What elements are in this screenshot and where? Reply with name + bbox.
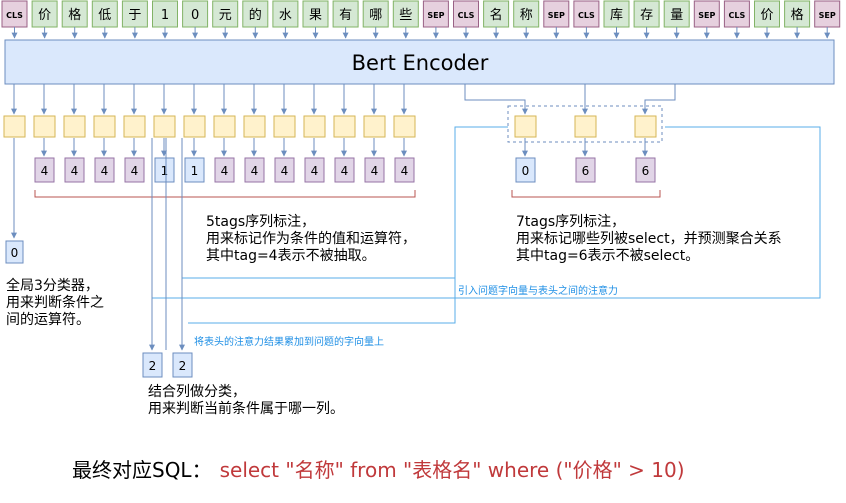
- input-token-label: 低: [98, 8, 111, 23]
- input-token-label: CLS: [458, 11, 475, 20]
- question-tag-value: 1: [191, 164, 199, 178]
- accumulate-line: [188, 278, 456, 324]
- question-tagging-line-2: 用来标记作为条件的值和运算符，: [206, 231, 416, 247]
- question-tag-value: 4: [341, 164, 349, 178]
- column-tag-bracket: [511, 190, 661, 198]
- final-sql: 最终对应SQL： select "名称" from "表格名" where ("价…: [72, 454, 685, 483]
- question-tagging-note: 5tags序列标注， 用来标记作为条件的值和运算符， 其中tag=4表示不被抽取…: [206, 214, 416, 265]
- question-embedding: [393, 115, 416, 138]
- input-token-label: 1: [161, 8, 169, 23]
- column-choice-value: 2: [149, 359, 157, 373]
- input-token-label: 0: [191, 8, 199, 23]
- input-token-label: CLS: [578, 11, 595, 20]
- encoder-output-arrows: [11, 84, 676, 115]
- input-token-label: 有: [339, 8, 352, 23]
- question-embedding: [363, 115, 386, 138]
- column-embed-arrow: [642, 84, 676, 115]
- input-token-label: SEP: [698, 11, 715, 20]
- column-classifier-note: 结合列做分类， 用来判断当前条件属于哪一列。: [148, 384, 344, 418]
- input-token-label: 格: [68, 7, 81, 23]
- question-embedding: [183, 115, 206, 138]
- column-embedding: [634, 115, 657, 138]
- question-embedding: [123, 115, 146, 138]
- attention-annotation: 引入问题字向量与表头之间的注意力: [458, 286, 618, 297]
- question-embedding: [243, 115, 266, 138]
- column-tagging-note: 7tags序列标注， 用来标记哪些列被select，并预测聚合关系 其中tag=…: [516, 214, 782, 265]
- input-token-label: SEP: [548, 11, 565, 20]
- question-tag-value: 4: [131, 164, 139, 178]
- question-tag-value: 1: [161, 164, 169, 178]
- question-embedding: [153, 115, 176, 138]
- question-embedding: [213, 115, 236, 138]
- input-token-label: 量: [670, 8, 683, 23]
- column-classifier-line-1: 结合列做分类，: [148, 384, 246, 400]
- accumulate-annotation: 将表头的注意力结果累加到问题的字向量上: [194, 337, 384, 348]
- question-embedding: [273, 115, 296, 138]
- attention-line: [152, 126, 821, 299]
- token-to-encoder-arrows: [11, 27, 831, 39]
- input-token-label: CLS: [6, 11, 23, 20]
- embedding-row: [3, 115, 657, 138]
- operator-classifier-note: 全局3分类器， 用来判断条件之 间的运算符。: [6, 278, 104, 329]
- bert-encoder-box: Bert Encoder: [4, 39, 835, 85]
- input-token-label: 果: [309, 8, 322, 23]
- column-choice-value: 2: [179, 359, 187, 373]
- input-token-label: CLS: [729, 11, 746, 20]
- input-token-label: 称: [520, 8, 533, 23]
- sql-query: select "名称" from "表格名" where ("价格" > 10): [219, 458, 685, 482]
- question-embedding: [63, 115, 86, 138]
- question-tag-value: 4: [221, 164, 229, 178]
- operator-classifier-line-2: 用来判断条件之: [6, 295, 104, 311]
- question-tag-value: 4: [41, 164, 49, 178]
- question-tag-value: 4: [401, 164, 409, 178]
- question-tag-value: 4: [71, 164, 79, 178]
- question-embedding: [303, 115, 326, 138]
- column-embed-arrow: [464, 84, 528, 115]
- input-token-label: 些: [399, 8, 412, 23]
- column-tagging-line-3: 其中tag=6表示不被select。: [516, 248, 700, 264]
- column-tag-value: 6: [582, 164, 590, 178]
- question-embedding: [333, 115, 356, 138]
- input-token-label: 于: [128, 8, 141, 23]
- column-embedding: [514, 115, 537, 138]
- column-tagging-line-1: 7tags序列标注，: [516, 214, 626, 230]
- question-embedding: [33, 115, 56, 138]
- bert-encoder-label: Bert Encoder: [352, 51, 489, 75]
- column-tagging-line-2: 用来标记哪些列被select，并预测聚合关系: [516, 231, 782, 247]
- input-token-label: 价: [38, 8, 51, 23]
- input-token-label: SEP: [427, 11, 444, 20]
- question-tag-row: 4 4 4 4 1 1 4 4 4 4 4 4 4: [34, 138, 415, 183]
- question-tag-value: 4: [311, 164, 319, 178]
- input-token-label: 的: [249, 7, 262, 23]
- column-tag-value: 6: [642, 164, 650, 178]
- input-token-label: 哪: [369, 8, 382, 23]
- sql-prefix: 最终对应SQL：: [72, 458, 212, 482]
- question-tagging-line-1: 5tags序列标注，: [206, 214, 316, 230]
- question-tag-bracket: [34, 190, 416, 198]
- question-tag-value: 4: [251, 164, 259, 178]
- question-tag-value: 4: [281, 164, 289, 178]
- column-choice-row: 22: [142, 352, 193, 378]
- column-classifier-line-2: 用来判断当前条件属于哪一列。: [148, 401, 344, 417]
- operator-classifier-line-1: 全局3分类器，: [6, 278, 99, 294]
- input-token-label: 格: [791, 7, 804, 23]
- question-tag-value: 4: [371, 164, 379, 178]
- input-token-label: 存: [640, 8, 653, 23]
- question-tag-value: 4: [101, 164, 109, 178]
- input-token-label: 水: [279, 8, 292, 23]
- column-tag-value: 0: [522, 164, 530, 178]
- question-tagging-line-3: 其中tag=4表示不被抽取。: [206, 248, 376, 264]
- operator-output-value: 0: [11, 246, 19, 260]
- input-token-row: CLS 价 格 低 于 1 0 元 的 水 果 有 哪 些 SEP CLS 名 称 SEP CLS 库 存 量 SEP CLS 价…: [1, 0, 841, 28]
- operator-classifier-line-3: 间的运算符。: [6, 312, 90, 328]
- input-token-label: 元: [219, 8, 232, 23]
- column-embedding: [574, 115, 597, 138]
- question-embedding: [93, 115, 116, 138]
- input-token-label: 价: [760, 8, 773, 23]
- question-embedding: [3, 115, 26, 138]
- column-tag-row: 0 6 6: [515, 138, 656, 183]
- input-token-label: 库: [610, 7, 623, 23]
- input-token-label: SEP: [819, 11, 836, 20]
- input-token-label: 名: [490, 7, 503, 23]
